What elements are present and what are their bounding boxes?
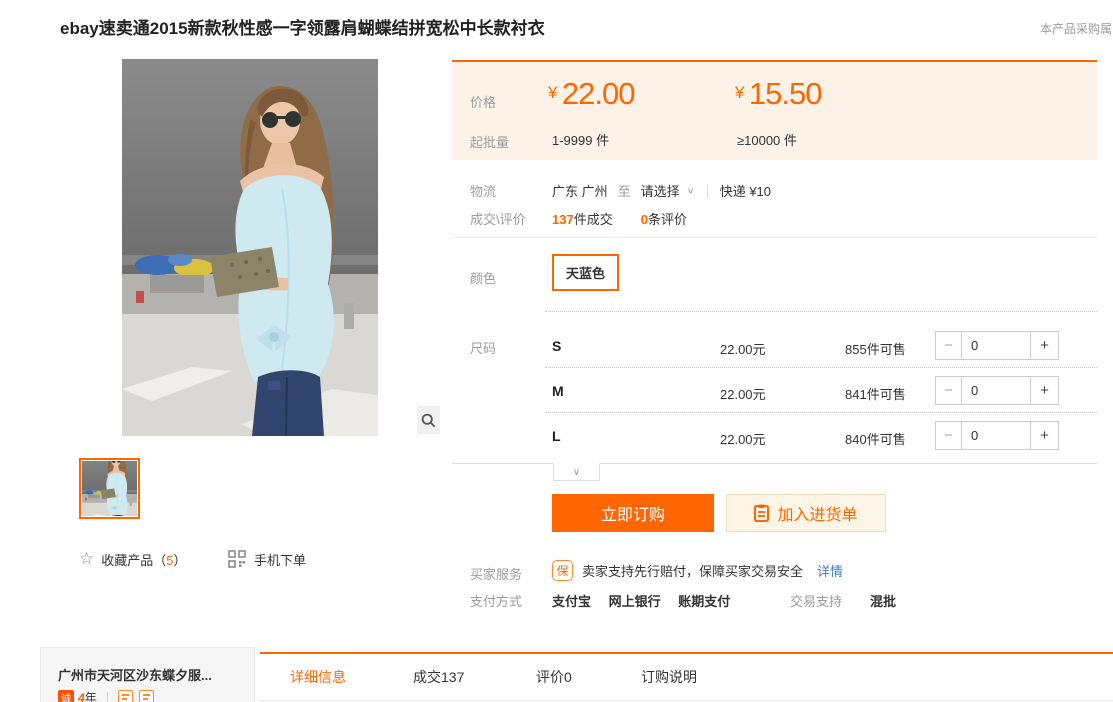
quantity-stepper: − + bbox=[935, 376, 1059, 405]
seller-years: 4年 bbox=[78, 689, 97, 702]
logistics-label: 物流 bbox=[470, 181, 496, 200]
add-to-cart-label: 加入进货单 bbox=[777, 501, 857, 525]
sku-stock: 841件可售 bbox=[845, 384, 906, 403]
express-fee: 快递 ¥10 bbox=[720, 181, 771, 200]
sku-row: L 22.00元 840件可售 − + bbox=[452, 413, 1097, 458]
tier2-qty: ≥10000 件 bbox=[737, 130, 797, 149]
payment-method: 账期支付 bbox=[678, 594, 730, 609]
tab-deals[interactable]: 成交137 bbox=[413, 654, 464, 701]
mobile-order-button[interactable]: 手机下单 bbox=[228, 549, 306, 569]
product-gallery bbox=[60, 58, 440, 437]
plus-button[interactable]: + bbox=[1031, 331, 1059, 360]
deal-suffix: 件成交 bbox=[574, 212, 613, 227]
quantity-stepper: − + bbox=[935, 421, 1059, 450]
payment-label: 支付方式 bbox=[470, 591, 522, 610]
star-icon: ☆ bbox=[79, 549, 94, 569]
thumbnail-selected[interactable] bbox=[79, 458, 140, 519]
quantity-input[interactable] bbox=[961, 376, 1031, 405]
trade-support-label: 交易支持 bbox=[790, 591, 842, 610]
price-band: 价格 ¥ 22.00 ¥ 15.50 起批量 1-9999 件 ≥10000 件 bbox=[452, 60, 1097, 160]
color-row: 颜色 天蓝色 bbox=[452, 252, 1097, 296]
deal-review-row: 成交\评价 137件成交 0条评价 bbox=[452, 207, 1097, 227]
guarantee-icon: 保 bbox=[552, 560, 573, 581]
procurement-note: 本产品采购属 bbox=[1040, 20, 1112, 37]
favorite-count: 5 bbox=[166, 553, 173, 568]
deal-count[interactable]: 137 bbox=[552, 212, 574, 227]
to-label: 至 bbox=[618, 181, 631, 200]
clipboard-icon bbox=[754, 504, 769, 522]
payment-method: 支付宝 bbox=[552, 594, 591, 609]
guarantee-text: 卖家支持先行赔付，保障买家交易安全 bbox=[582, 561, 803, 580]
review-count[interactable]: 0 bbox=[641, 212, 648, 227]
chevron-down-icon: ∨ bbox=[687, 185, 695, 195]
order-now-button[interactable]: 立即订购 bbox=[552, 494, 714, 532]
qr-code-icon bbox=[228, 550, 246, 568]
page-title: ebay速卖通2015新款秋性感一字领露肩蝴蝶结拼宽松中长款衬衣 bbox=[60, 14, 545, 39]
favorite-label: 收藏产品（5） bbox=[101, 550, 186, 569]
quantity-input[interactable] bbox=[961, 331, 1031, 360]
logistics-row: 物流 广东 广州 至 请选择 ∨ 快递 ¥10 bbox=[452, 179, 1097, 199]
plus-button[interactable]: + bbox=[1031, 421, 1059, 450]
expand-skus-button[interactable]: ∨ bbox=[553, 463, 600, 481]
quantity-input[interactable] bbox=[961, 421, 1031, 450]
destination-select[interactable]: 请选择 ∨ bbox=[641, 181, 695, 200]
guarantee-detail-link[interactable]: 详情 bbox=[817, 561, 843, 580]
sku-row: S 22.00元 855件可售 − + bbox=[452, 323, 1097, 368]
guarantee-mini-icon bbox=[118, 690, 133, 702]
tab-order-notes[interactable]: 订购说明 bbox=[641, 654, 697, 701]
seller-card: 广州市天河区沙东蝶夕服... 诚 4年 bbox=[40, 647, 255, 702]
divider bbox=[452, 463, 1097, 464]
quantity-stepper: − + bbox=[935, 331, 1059, 360]
sku-row: M 22.00元 841件可售 − + bbox=[452, 368, 1097, 413]
tab-detail-info[interactable]: 详细信息 bbox=[290, 654, 346, 701]
chengxintong-badge-icon: 诚 bbox=[58, 690, 74, 702]
trade-support-value: 混批 bbox=[870, 591, 896, 610]
moq-label: 起批量 bbox=[470, 132, 509, 151]
minus-button[interactable]: − bbox=[935, 421, 961, 450]
sku-stock: 840件可售 bbox=[845, 429, 906, 448]
add-to-cart-button[interactable]: 加入进货单 bbox=[726, 494, 886, 532]
seller-name-link[interactable]: 广州市天河区沙东蝶夕服... bbox=[58, 665, 212, 684]
detail-tabbar: 详细信息 成交137 评价0 订购说明 bbox=[260, 652, 1113, 701]
magnifier-icon[interactable] bbox=[417, 406, 440, 434]
buyer-service-row: 买家服务 保 卖家支持先行赔付，保障买家交易安全 详情 bbox=[452, 560, 1097, 584]
divider bbox=[107, 692, 108, 702]
deal-label: 成交\评价 bbox=[470, 209, 526, 228]
color-swatch-selected[interactable]: 天蓝色 bbox=[552, 254, 619, 291]
sku-price: 22.00元 bbox=[720, 384, 766, 403]
mobile-order-label: 手机下单 bbox=[254, 550, 306, 569]
sku-stock: 855件可售 bbox=[845, 339, 906, 358]
price-label: 价格 bbox=[470, 92, 496, 111]
sku-size: L bbox=[552, 428, 561, 444]
divider bbox=[452, 237, 1097, 238]
minus-button[interactable]: − bbox=[935, 331, 961, 360]
minus-button[interactable]: − bbox=[935, 376, 961, 405]
buyer-service-label: 买家服务 bbox=[470, 564, 522, 583]
favorite-button[interactable]: ☆ 收藏产品（5） bbox=[79, 549, 187, 569]
tier1-price: ¥ 22.00 bbox=[548, 76, 635, 112]
tab-reviews[interactable]: 评价0 bbox=[536, 654, 572, 701]
product-photo[interactable] bbox=[122, 59, 378, 436]
sku-size: M bbox=[552, 383, 564, 399]
chevron-down-icon: ∨ bbox=[573, 467, 580, 478]
divider bbox=[707, 184, 708, 198]
ship-origin: 广东 广州 bbox=[552, 181, 608, 200]
tier2-price: ¥ 15.50 bbox=[735, 76, 822, 112]
payment-row: 支付方式 支付宝 网上银行 账期支付 交易支持 混批 bbox=[452, 589, 1097, 611]
review-suffix: 条评价 bbox=[648, 212, 687, 227]
sku-price: 22.00元 bbox=[720, 339, 766, 358]
divider bbox=[545, 311, 1097, 312]
color-label: 颜色 bbox=[470, 268, 496, 287]
payment-method: 网上银行 bbox=[609, 594, 661, 609]
certificate-mini-icon bbox=[139, 690, 154, 702]
plus-button[interactable]: + bbox=[1031, 376, 1059, 405]
tier1-qty: 1-9999 件 bbox=[552, 130, 609, 149]
sku-price: 22.00元 bbox=[720, 429, 766, 448]
sku-size: S bbox=[552, 338, 561, 354]
